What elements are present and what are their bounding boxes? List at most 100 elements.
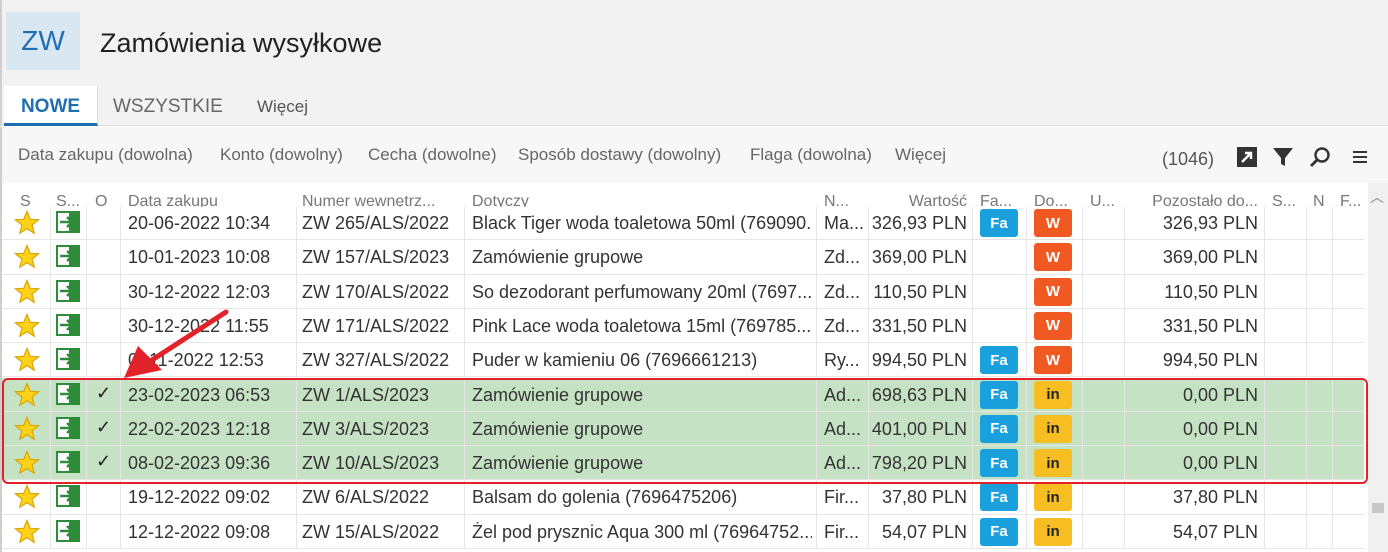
filter-feature[interactable]: Cecha (dowolne) <box>368 145 497 165</box>
table-row[interactable]: ✓ 22-02-2023 12:18 ZW 3/ALS/2023 Zamówienie… <box>2 411 1364 447</box>
column-divider <box>296 377 297 411</box>
column-divider <box>1332 446 1333 480</box>
document-badge[interactable]: W <box>1034 243 1072 272</box>
document-badge[interactable]: in <box>1034 483 1072 512</box>
document-badge[interactable]: in <box>1034 414 1072 443</box>
invoice-badge[interactable]: Fa <box>980 517 1018 546</box>
star-icon[interactable] <box>14 278 40 305</box>
column-divider <box>296 411 297 446</box>
column-divider <box>120 343 121 377</box>
invoice-badge[interactable]: Fa <box>980 414 1018 443</box>
table-row[interactable]: 12-12-2022 09:08 ZW 15/ALS/2022 Żel pod pr… <box>2 514 1364 549</box>
scroll-thumb[interactable] <box>1372 503 1384 513</box>
column-divider <box>1082 207 1083 240</box>
column-divider <box>1306 411 1307 446</box>
column-divider <box>1124 240 1125 274</box>
invoice-badge[interactable]: Fa <box>980 449 1018 478</box>
document-badge[interactable]: W <box>1034 311 1072 340</box>
subject-cell: Balsam do golenia (7696475206) <box>472 487 738 508</box>
table-row[interactable]: ✓ 08-02-2023 09:36 ZW 10/ALS/2023 Zamówieni… <box>2 446 1364 481</box>
subject-cell: Zamówienie grupowe <box>472 384 644 405</box>
filter-icon[interactable] <box>1271 145 1295 169</box>
filter-purchase-date[interactable]: Data zakupu (dowolna) <box>18 145 193 165</box>
column-divider <box>1082 308 1083 343</box>
invoice-badge[interactable]: Fa <box>980 346 1018 375</box>
document-badge[interactable]: W <box>1034 277 1072 306</box>
column-divider <box>816 446 817 480</box>
column-divider <box>1264 207 1265 240</box>
column-divider <box>464 274 465 308</box>
star-icon[interactable] <box>14 381 40 408</box>
invoice-badge[interactable]: Fa <box>980 380 1018 409</box>
invoice-badge[interactable]: Fa <box>980 483 1018 512</box>
column-divider <box>816 274 817 308</box>
search-icon[interactable] <box>1308 145 1332 169</box>
value-cell: 331,50 PLN <box>871 315 967 336</box>
table-row[interactable]: 0 -11-2022 12:53 ZW 327/ALS/2022 Puder w k… <box>2 343 1364 378</box>
column-divider <box>972 207 973 240</box>
column-divider <box>972 514 973 548</box>
column-divider <box>120 411 121 446</box>
table-row[interactable]: 30-12-2022 11:55 ZW 171/ALS/2022 Pink Lace… <box>2 308 1364 344</box>
star-icon[interactable] <box>14 415 40 442</box>
vertical-scrollbar[interactable]: ︿ <box>1368 183 1388 552</box>
menu-icon[interactable] <box>1348 145 1372 169</box>
column-divider <box>972 274 973 308</box>
column-divider <box>296 240 297 274</box>
column-divider <box>816 480 817 514</box>
star-icon[interactable] <box>14 450 40 476</box>
document-badge[interactable]: W <box>1034 346 1072 375</box>
column-divider <box>464 446 465 480</box>
column-divider <box>972 480 973 514</box>
column-divider <box>296 446 297 480</box>
column-divider <box>1264 308 1265 343</box>
column-divider <box>1124 446 1125 480</box>
column-divider <box>86 308 87 343</box>
table-row[interactable]: 20-06-2022 10:34 ZW 265/ALS/2022 Black Tig… <box>2 207 1364 241</box>
document-badge[interactable]: in <box>1034 380 1072 409</box>
star-icon[interactable] <box>14 484 40 510</box>
record-count: (1046) <box>1162 149 1215 169</box>
column-divider <box>1306 377 1307 411</box>
purchase-date-cell: 10-01-2023 10:08 <box>128 247 271 268</box>
star-icon[interactable] <box>14 210 40 236</box>
document-badge[interactable]: in <box>1034 517 1072 546</box>
column-divider <box>816 411 817 446</box>
star-icon[interactable] <box>14 347 40 373</box>
filter-bar: Data zakupu (dowolna) Konto (dowolny) Ce… <box>0 127 1388 183</box>
column-divider <box>1332 274 1333 308</box>
export-icon[interactable] <box>1235 145 1259 169</box>
purchase-date-cell: 20-06-2022 10:34 <box>128 213 271 233</box>
document-badge[interactable]: W <box>1034 209 1072 237</box>
subject-cell: Pink Lace woda toaletowa 15ml (769785... <box>472 315 812 336</box>
n-cell: Zd... <box>824 315 861 336</box>
filter-more[interactable]: Więcej <box>895 145 946 165</box>
subject-cell: Zamówienie grupowe <box>472 247 644 268</box>
tab-more[interactable]: Więcej <box>257 86 308 126</box>
filter-flag[interactable]: Flaga (dowolna) <box>750 145 872 165</box>
column-divider <box>120 274 121 308</box>
column-divider <box>1332 240 1333 274</box>
table-row[interactable]: 10-01-2023 10:08 ZW 157/ALS/2023 Zamówieni… <box>2 240 1364 275</box>
column-divider <box>1026 240 1027 274</box>
check-icon: ✓ <box>96 382 112 403</box>
column-divider <box>1306 207 1307 240</box>
table-row[interactable]: ✓ 23-02-2023 06:53 ZW 1/ALS/2023 Zamówienie… <box>2 377 1364 412</box>
star-icon[interactable] <box>14 518 40 545</box>
column-divider <box>1332 411 1333 446</box>
table-row[interactable]: 30-12-2022 12:03 ZW 170/ALS/2022 So dezodo… <box>2 274 1364 309</box>
table-row[interactable]: 19-12-2022 09:02 ZW 6/ALS/2022 Balsam do g… <box>2 480 1364 515</box>
star-icon[interactable] <box>14 244 40 270</box>
scroll-up-icon[interactable]: ︿ <box>1370 187 1384 207</box>
tab-nowe[interactable]: NOWE <box>4 86 98 126</box>
star-icon[interactable] <box>14 312 40 339</box>
tab-wszystkie[interactable]: WSZYSTKIE <box>113 86 223 126</box>
invoice-badge[interactable]: Fa <box>980 209 1018 237</box>
purchase-date-cell: 08-02-2023 09:36 <box>128 453 271 474</box>
filter-delivery-method[interactable]: Sposób dostawy (dowolny) <box>518 145 721 165</box>
filter-account[interactable]: Konto (dowolny) <box>220 145 343 165</box>
document-badge[interactable]: in <box>1034 449 1072 478</box>
column-divider <box>1082 480 1083 514</box>
column-divider <box>464 308 465 343</box>
value-cell: 54,07 PLN <box>881 521 967 542</box>
